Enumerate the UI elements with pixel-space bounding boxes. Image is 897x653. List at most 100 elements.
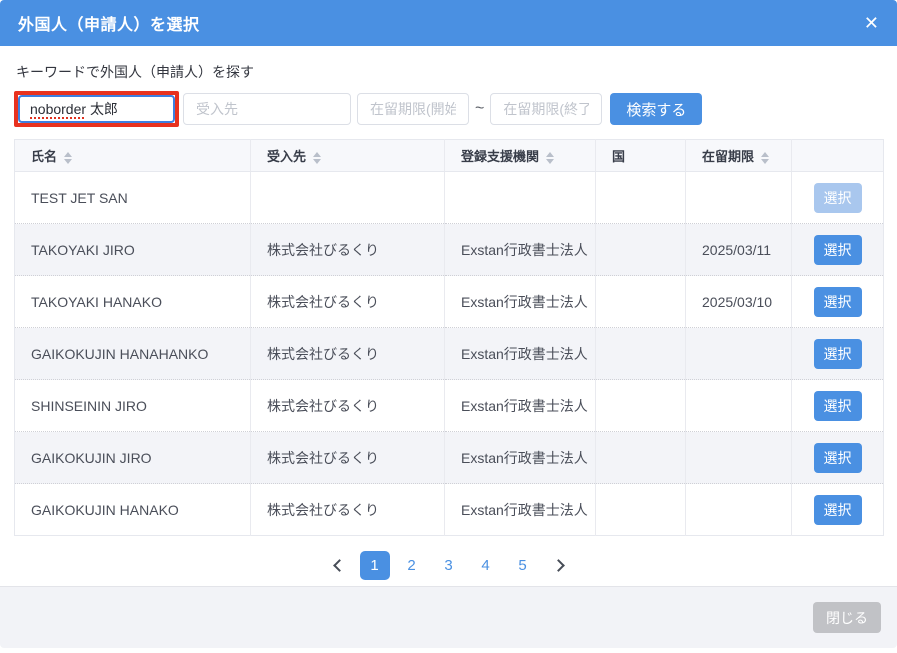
cell-country xyxy=(596,276,686,328)
cell-country xyxy=(596,224,686,276)
cell-agency: Exstan行政書士法人 xyxy=(445,484,596,536)
close-modal-button[interactable]: 閉じる xyxy=(813,602,881,633)
modal-title: 外国人（申請人）を選択 xyxy=(18,11,200,35)
sort-icon[interactable] xyxy=(313,152,321,164)
cell-select: 選択 xyxy=(792,484,884,536)
foreigner-table: 氏名受入先登録支援機関国在留期限 TEST JET SAN選択TAKOYAKI … xyxy=(14,139,884,536)
select-foreigner-modal: 外国人（申請人）を選択 ✕ キーワードで外国人（申請人）を探す noborder… xyxy=(0,0,897,648)
accept-company-input[interactable] xyxy=(183,93,351,125)
page-button-1[interactable]: 1 xyxy=(360,551,390,580)
column-header-受入先[interactable]: 受入先 xyxy=(251,140,445,172)
cell-name: GAIKOKUJIN HANAKO xyxy=(15,484,251,536)
modal-body: キーワードで外国人（申請人）を探す noborder 太郎 ~ 検索する 氏名 受… xyxy=(0,46,897,586)
page-numbers: 12345 xyxy=(360,551,538,580)
select-button[interactable]: 選択 xyxy=(814,339,862,369)
cell-name: TAKOYAKI JIRO xyxy=(15,224,251,276)
cell-select: 選択 xyxy=(792,380,884,432)
modal-header: 外国人（申請人）を選択 ✕ xyxy=(0,0,897,46)
cell-select: 選択 xyxy=(792,432,884,484)
cell-name: GAIKOKUJIN JIRO xyxy=(15,432,251,484)
page-button-5[interactable]: 5 xyxy=(508,551,538,580)
range-separator: ~ xyxy=(475,100,484,118)
column-header-登録支援機関[interactable]: 登録支援機関 xyxy=(445,140,596,172)
keyword-input[interactable]: noborder 太郎 xyxy=(18,95,175,123)
cell-agency: Exstan行政書士法人 xyxy=(445,224,596,276)
modal-footer: 閉じる xyxy=(0,586,897,648)
search-section-label: キーワードで外国人（申請人）を探す xyxy=(16,62,883,82)
table-row: SHINSEININ JIRO株式会社びるくりExstan行政書士法人 選択 xyxy=(15,380,884,432)
prev-page-button[interactable] xyxy=(323,551,353,580)
cell-select: 選択 xyxy=(792,328,884,380)
cell-name: SHINSEININ JIRO xyxy=(15,380,251,432)
close-icon[interactable]: ✕ xyxy=(864,14,879,32)
keyword-input-rest-text: 太郎 xyxy=(90,99,118,119)
cell-period xyxy=(686,328,792,380)
table-row: GAIKOKUJIN HANAHANKO株式会社びるくりExstan行政書士法人… xyxy=(15,328,884,380)
period-end-input[interactable] xyxy=(490,93,602,125)
cell-agency: Exstan行政書士法人 xyxy=(445,328,596,380)
column-header-label: 氏名 xyxy=(31,149,57,164)
column-header-select xyxy=(792,140,884,172)
keyword-input-misspelled-text: noborder xyxy=(30,101,86,117)
cell-name: TAKOYAKI HANAKO xyxy=(15,276,251,328)
column-header-label: 在留期限 xyxy=(702,149,754,164)
table-body: TEST JET SAN選択TAKOYAKI JIRO株式会社びるくりExsta… xyxy=(15,172,884,536)
select-button[interactable]: 選択 xyxy=(814,287,862,317)
page-button-4[interactable]: 4 xyxy=(471,551,501,580)
cell-country xyxy=(596,484,686,536)
select-button[interactable]: 選択 xyxy=(814,495,862,525)
cell-name: GAIKOKUJIN HANAHANKO xyxy=(15,328,251,380)
column-header-国: 国 xyxy=(596,140,686,172)
chevron-right-icon xyxy=(552,559,565,572)
sort-icon[interactable] xyxy=(64,152,72,164)
cell-period: 2025/03/10 xyxy=(686,276,792,328)
keyword-input-highlight-box: noborder 太郎 xyxy=(14,91,179,127)
cell-accept-company: 株式会社びるくり xyxy=(251,432,445,484)
select-button[interactable]: 選択 xyxy=(814,235,862,265)
pagination: 12345 xyxy=(14,551,883,580)
cell-accept-company: 株式会社びるくり xyxy=(251,380,445,432)
column-header-label: 登録支援機関 xyxy=(461,149,539,164)
cell-period xyxy=(686,432,792,484)
cell-name: TEST JET SAN xyxy=(15,172,251,224)
next-page-button[interactable] xyxy=(545,551,575,580)
cell-agency: Exstan行政書士法人 xyxy=(445,276,596,328)
cell-country xyxy=(596,328,686,380)
column-header-label: 受入先 xyxy=(267,149,306,164)
cell-select: 選択 xyxy=(792,172,884,224)
cell-country xyxy=(596,380,686,432)
cell-accept-company: 株式会社びるくり xyxy=(251,328,445,380)
select-button[interactable]: 選択 xyxy=(814,443,862,473)
cell-accept-company: 株式会社びるくり xyxy=(251,484,445,536)
search-row: noborder 太郎 ~ 検索する xyxy=(14,91,883,127)
period-start-input[interactable] xyxy=(357,93,469,125)
cell-accept-company xyxy=(251,172,445,224)
chevron-left-icon xyxy=(333,559,346,572)
cell-period xyxy=(686,484,792,536)
cell-agency: Exstan行政書士法人 xyxy=(445,432,596,484)
select-button[interactable]: 選択 xyxy=(814,391,862,421)
sort-icon[interactable] xyxy=(761,152,769,164)
cell-country xyxy=(596,432,686,484)
page-button-2[interactable]: 2 xyxy=(397,551,427,580)
cell-accept-company: 株式会社びるくり xyxy=(251,276,445,328)
column-header-label: 国 xyxy=(612,149,625,164)
cell-country xyxy=(596,172,686,224)
page-button-3[interactable]: 3 xyxy=(434,551,464,580)
cell-period xyxy=(686,172,792,224)
table-row: GAIKOKUJIN HANAKO株式会社びるくりExstan行政書士法人 選択 xyxy=(15,484,884,536)
search-button[interactable]: 検索する xyxy=(610,93,702,125)
table-row: TAKOYAKI HANAKO株式会社びるくりExstan行政書士法人 2025/… xyxy=(15,276,884,328)
cell-period xyxy=(686,380,792,432)
table-row: TAKOYAKI JIRO株式会社びるくりExstan行政書士法人2025/03… xyxy=(15,224,884,276)
table-row: GAIKOKUJIN JIRO株式会社びるくりExstan行政書士法人 選択 xyxy=(15,432,884,484)
column-header-氏名[interactable]: 氏名 xyxy=(15,140,251,172)
cell-select: 選択 xyxy=(792,276,884,328)
cell-period: 2025/03/11 xyxy=(686,224,792,276)
column-header-在留期限[interactable]: 在留期限 xyxy=(686,140,792,172)
table-header-row: 氏名 受入先 登録支援機関 国 在留期限 xyxy=(15,140,884,172)
cell-select: 選択 xyxy=(792,224,884,276)
cell-agency: Exstan行政書士法人 xyxy=(445,380,596,432)
table-row: TEST JET SAN 選択 xyxy=(15,172,884,224)
sort-icon[interactable] xyxy=(546,152,554,164)
